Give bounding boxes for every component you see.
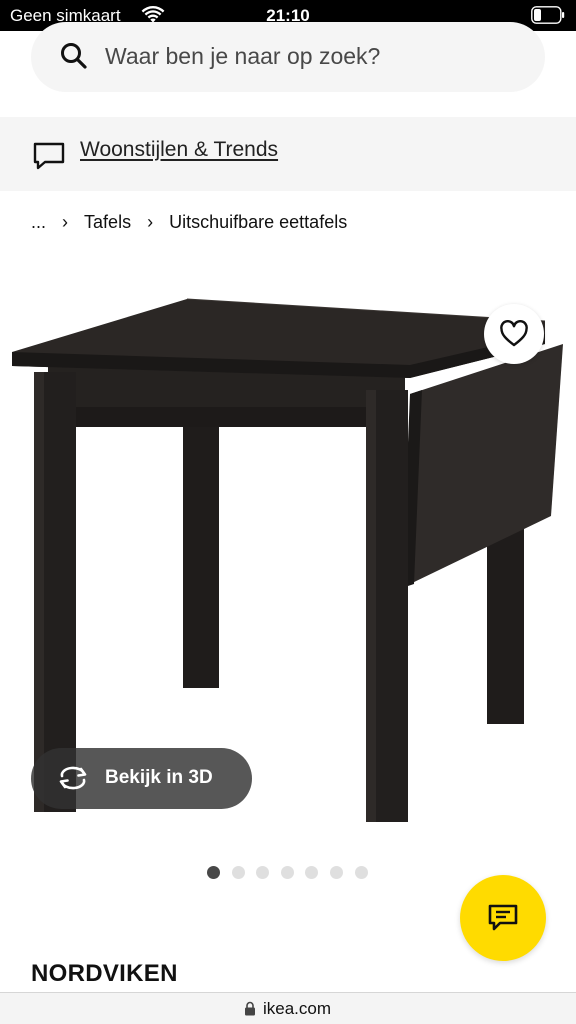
breadcrumb-separator: › <box>62 211 69 232</box>
woonstijlen-link[interactable]: Woonstijlen & Trends <box>80 138 278 162</box>
lock-icon <box>245 1001 255 1016</box>
chat-icon <box>488 904 518 931</box>
product-title: NORDVIKEN <box>31 960 178 987</box>
breadcrumb: ... › Tafels › Uitschuifbare eettafels <box>31 211 347 235</box>
url-text: ikea.com <box>263 999 332 1018</box>
battery-icon <box>531 6 565 24</box>
carousel-dot[interactable] <box>207 866 220 879</box>
search-icon <box>61 43 87 69</box>
carousel-dot[interactable] <box>256 866 269 879</box>
carousel-dot[interactable] <box>281 866 294 879</box>
carousel-dot[interactable] <box>305 866 318 879</box>
search-bar[interactable]: Waar ben je naar op zoek? <box>31 22 545 92</box>
browser-url-bar[interactable]: ikea.com <box>0 992 576 1024</box>
carousel-dot[interactable] <box>330 866 343 879</box>
breadcrumb-item-tafels[interactable]: Tafels <box>84 212 131 233</box>
wishlist-button[interactable] <box>484 304 544 364</box>
heart-icon <box>500 320 528 347</box>
rotate-3d-icon <box>59 766 87 790</box>
view-3d-button[interactable]: Bekijk in 3D <box>31 748 252 809</box>
search-input[interactable]: Waar ben je naar op zoek? <box>105 43 380 70</box>
breadcrumb-separator: › <box>147 211 154 232</box>
promo-strip: Woonstijlen & Trends <box>0 117 576 191</box>
chat-bubble-icon <box>33 142 65 170</box>
chat-button[interactable] <box>460 875 546 961</box>
carousel-dot[interactable] <box>355 866 368 879</box>
view-3d-label: Bekijk in 3D <box>105 767 213 788</box>
breadcrumb-ellipsis[interactable]: ... <box>31 212 46 233</box>
breadcrumb-item-uitschuifbare-eettafels[interactable]: Uitschuifbare eettafels <box>169 212 347 233</box>
carousel-dot[interactable] <box>232 866 245 879</box>
